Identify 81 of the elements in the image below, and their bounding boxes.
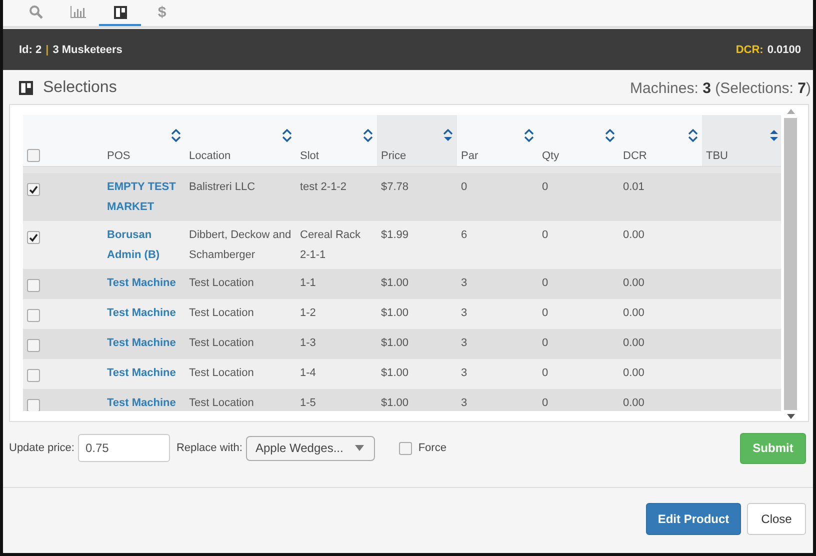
table-cell: 0.00 [623, 367, 644, 379]
table-cell: $1.99 [381, 229, 409, 241]
search-icon [29, 5, 43, 19]
table-cell: Test Location [189, 397, 254, 409]
table-cell: Test Location [189, 337, 254, 349]
column-header[interactable]: Location [185, 115, 296, 166]
layout-icon [19, 81, 33, 95]
table-cell: 6 [461, 229, 468, 241]
table-cell: test 2-1-2 [300, 181, 346, 193]
table-cell: 0 [542, 229, 548, 241]
column-header[interactable]: Slot [296, 115, 377, 166]
price-input[interactable]: 0.75 [78, 434, 170, 462]
table-cell: 1-5 [300, 397, 316, 409]
column-header[interactable]: Par [457, 115, 538, 166]
table-cell: 0 [542, 367, 548, 379]
table-cell: 0.00 [623, 307, 644, 319]
column-header[interactable]: Price [377, 115, 457, 166]
edit-product-button[interactable]: Edit Product [646, 503, 741, 535]
close-button[interactable]: Close [747, 503, 806, 535]
separator: | [46, 44, 49, 56]
table-cell: 0.01 [623, 181, 644, 193]
scroll-up-icon[interactable] [786, 109, 795, 114]
layout-icon [114, 6, 126, 18]
product-name: 3 Musketeers [52, 44, 122, 56]
table-cell: Dibbert, Deckow and Schamberger [189, 229, 292, 261]
row-checkbox[interactable] [27, 368, 40, 382]
table-cell: 0 [542, 307, 548, 319]
table-cell: $1.00 [381, 277, 409, 289]
table-cell: 1-3 [300, 337, 316, 349]
table-cell: 3 [461, 367, 468, 379]
product-dropdown[interactable]: Apple Wedges... [246, 436, 376, 460]
column-header[interactable]: TBU [702, 115, 782, 166]
caret-icon [355, 445, 364, 451]
row-checkbox[interactable] [27, 230, 40, 244]
table-cell: 1-1 [300, 277, 316, 289]
column-header[interactable]: POS [103, 115, 185, 166]
table-cell: $1.00 [381, 337, 409, 349]
row-checkbox[interactable] [27, 398, 40, 411]
table-cell: 0 [542, 337, 548, 349]
table-cell: 0 [542, 181, 548, 193]
table-cell: $1.00 [381, 397, 409, 409]
row-checkbox[interactable] [27, 278, 40, 292]
select-all-checkbox[interactable] [27, 149, 40, 162]
table-cell: Test Location [189, 307, 254, 319]
update-price-label: Update price: [9, 442, 74, 454]
bar-chart-icon [70, 6, 86, 18]
replace-label: Replace with: [176, 442, 242, 454]
table-cell: 0 [542, 397, 548, 409]
selection-counts: Machines: 3 (Selections: 7) [630, 80, 811, 96]
table-cell: Cereal Rack 2-1-1 [300, 229, 361, 261]
table-cell: Balistreri LLC [189, 181, 256, 193]
table-cell: $1.00 [381, 307, 409, 319]
table-cell: Test Location [189, 367, 254, 379]
row-checkbox[interactable] [27, 308, 40, 322]
force-label: Force [418, 442, 446, 454]
table-cell: 1-2 [300, 307, 316, 319]
table-cell: $1.00 [381, 367, 409, 379]
dcr-value: 0.0100 [767, 44, 801, 56]
table-cell: 1-4 [300, 367, 316, 379]
id-label: Id: 2 [19, 44, 42, 56]
force-checkbox[interactable] [399, 442, 412, 454]
row-checkbox[interactable] [27, 338, 40, 352]
table-cell: 0 [542, 277, 548, 289]
table-cell: 0.00 [623, 397, 644, 409]
scrollbar[interactable] [783, 107, 798, 419]
table-cell: 0 [461, 181, 468, 193]
section-title: Selections [43, 79, 117, 97]
row-checkbox[interactable] [27, 182, 40, 196]
scroll-down-icon[interactable] [786, 414, 795, 419]
dcr-label: DCR: [736, 44, 764, 56]
column-header[interactable]: Qty [538, 115, 619, 166]
table-cell: 3 [461, 337, 468, 349]
table-cell: 3 [461, 277, 468, 289]
table-cell: 3 [461, 307, 468, 319]
table-cell: 0.00 [623, 337, 644, 349]
table-cell: 0.00 [623, 277, 644, 289]
table-cell: $7.78 [381, 181, 409, 193]
table-cell: 0.00 [623, 229, 644, 241]
column-header[interactable]: DCR [619, 115, 702, 166]
table-cell: Test Location [189, 277, 254, 289]
table-cell: 3 [461, 397, 468, 409]
